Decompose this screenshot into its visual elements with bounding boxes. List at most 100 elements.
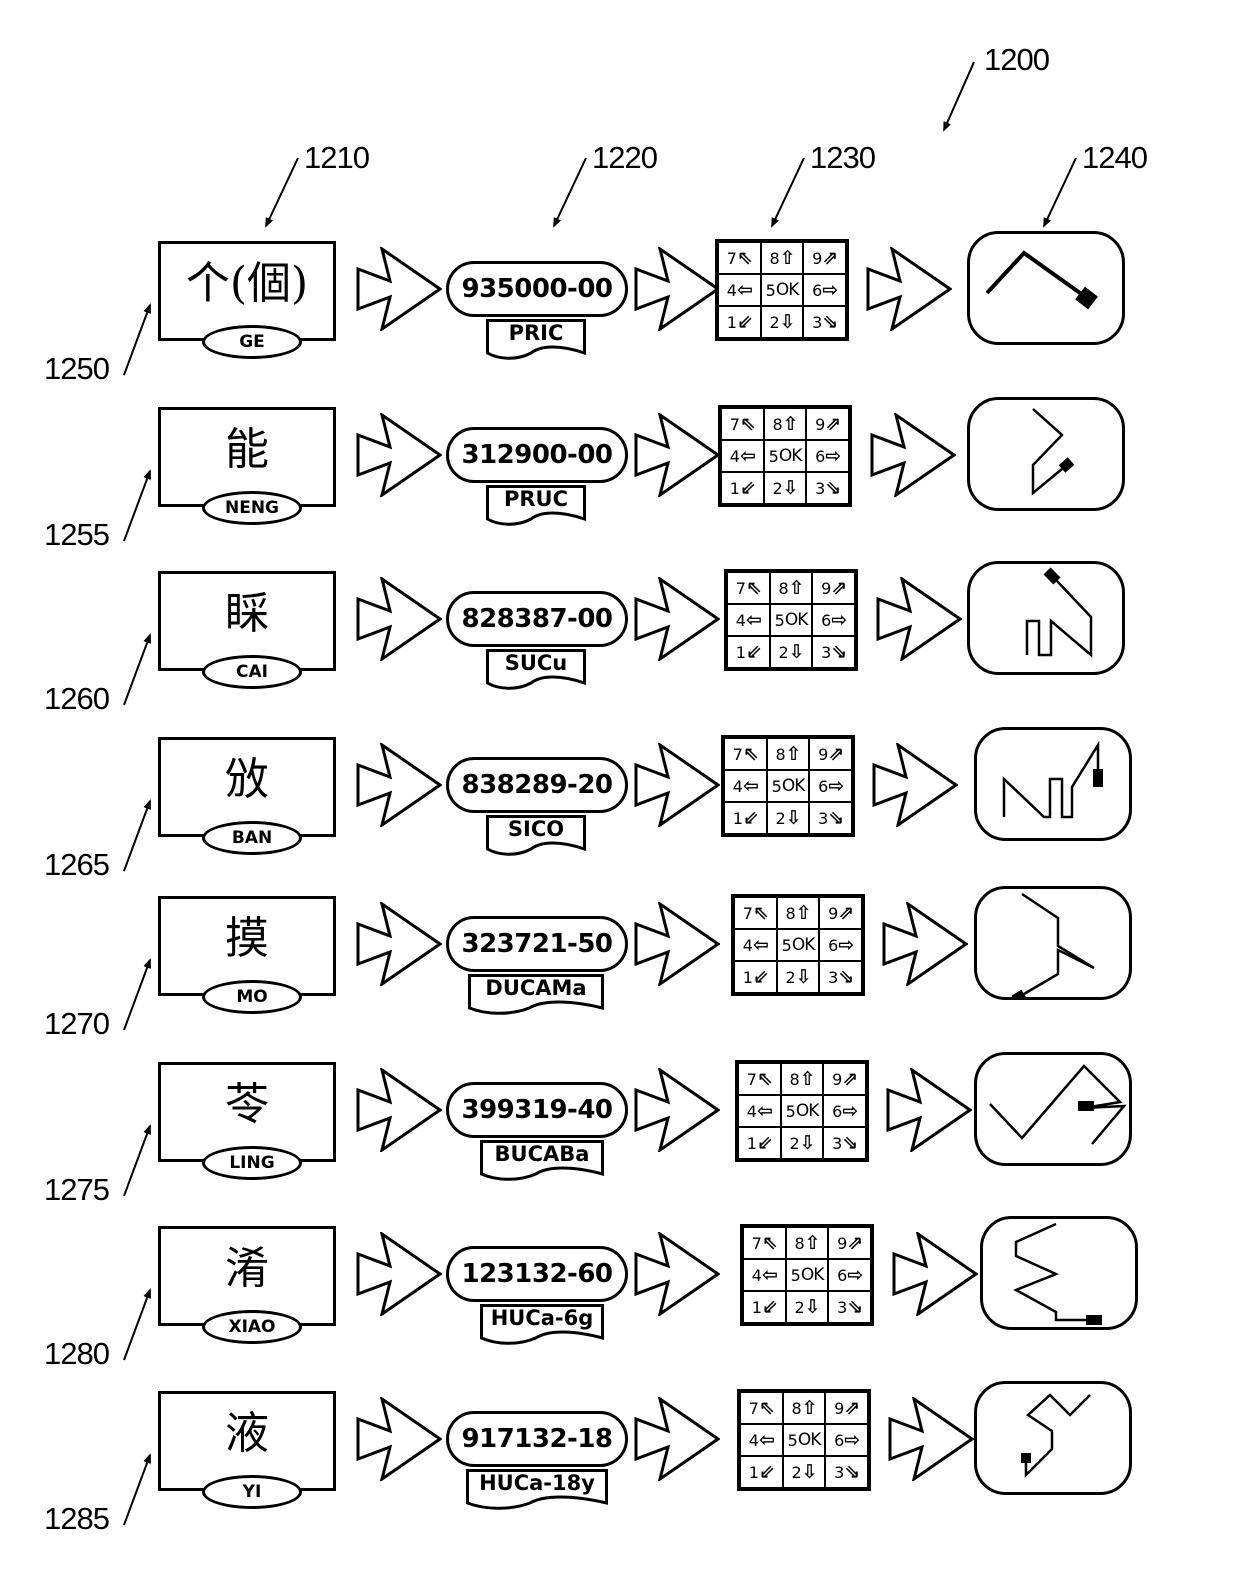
column-ref-codes: 1220 — [592, 140, 658, 175]
keypad-key-number: 7 — [742, 903, 753, 923]
keypad-key-number: 1 — [742, 967, 753, 987]
keypad-key-number: 3 — [828, 967, 838, 987]
keypad-key-number: 7 — [726, 248, 737, 268]
keypad-key: 2 ⇩ — [766, 802, 810, 834]
keypad-key: 1 ⇙ — [734, 961, 777, 993]
gesture-stroke-panel — [980, 1216, 1138, 1330]
keypad-key: 3 ⇘ — [819, 961, 862, 993]
column-ref-characters: 1210 — [304, 140, 370, 175]
direction-arrow-icon: ⇗ — [847, 1232, 863, 1254]
numeric-code: 917132-18 — [446, 1411, 628, 1467]
gesture-end-pad — [1043, 567, 1061, 585]
gesture-stroke-panel — [974, 727, 1132, 841]
direction-keypad: 7 ⇖ 8 ⇧ 9 ⇗ 4 ⇦ 5 OK 6 ⇨ 1 ⇙ 2 ⇩ 3 ⇘ — [718, 405, 852, 507]
conversion-arrow-icon — [356, 1066, 443, 1154]
code-tag-label: HUCa-6g — [490, 1306, 594, 1330]
keypad-key: 3 ⇘ — [828, 1291, 871, 1323]
mapping-row: 1275 苓 LING 399319-40 BUCABa 7 ⇖ 8 ⇧ 9 ⇗ 4 ⇦ 5 OK 6 ⇨ 1 ⇙ 2… — [0, 1052, 1240, 1207]
keypad-key-number: 3 — [815, 478, 825, 498]
keypad-key: 7 ⇖ — [727, 572, 770, 604]
direction-arrow-icon: ⇨ — [822, 279, 838, 301]
keypad-key-number: 4 — [732, 776, 743, 796]
keypad-key-number: 7 — [748, 1398, 759, 1418]
chinese-character: 苓 — [225, 1079, 269, 1130]
keypad-key-number: 3 — [832, 1133, 842, 1153]
keypad-key: 6 ⇨ — [825, 1424, 868, 1456]
numeric-code: 399319-40 — [446, 1082, 628, 1138]
gesture-frame — [974, 727, 1132, 841]
row-ref: 1270 — [44, 1006, 110, 1041]
direction-arrow-icon: ⇦ — [742, 775, 759, 797]
keypad-key: 2 ⇩ — [760, 306, 804, 338]
keypad-key-number: 9 — [812, 248, 822, 268]
direction-arrow-icon: ⇘ — [822, 311, 838, 333]
gesture-stroke-panel — [967, 561, 1125, 675]
gesture-stroke-panel — [967, 231, 1125, 345]
direction-arrow-icon: ⇨ — [844, 1429, 860, 1451]
conversion-arrow-icon — [634, 1230, 721, 1318]
direction-keypad: 7 ⇖ 8 ⇧ 9 ⇗ 4 ⇦ 5 OK 6 ⇨ 1 ⇙ 2 ⇩ 3 ⇘ — [740, 1224, 874, 1326]
keypad-key-number: 2 — [775, 808, 785, 828]
mapping-row: 1260 睬 CAI 828387-00 SUCu 7 ⇖ 8 ⇧ 9 ⇗ 4 ⇦ 5 OK 6 ⇨ 1 ⇙ 2 ⇩ 3 ⇘ — [0, 561, 1240, 716]
keypad-key: 1 ⇙ — [727, 636, 770, 668]
conversion-arrow-icon — [356, 411, 443, 499]
direction-arrow-icon: ⇦ — [736, 279, 753, 301]
conversion-arrow-icon — [892, 1230, 979, 1318]
keypad-key-number: 5 — [774, 610, 785, 630]
keypad-key-number: 4 — [751, 1265, 762, 1285]
code-tag-label: HUCa-18y — [479, 1471, 595, 1495]
keypad-key-number: 1 — [729, 478, 740, 498]
keypad-key: 1 ⇙ — [724, 802, 767, 834]
gesture-stroke-panel — [967, 397, 1125, 511]
direction-arrow-icon: ⇖ — [761, 1232, 778, 1254]
direction-arrow-icon: ⇧ — [779, 247, 796, 269]
keypad-key: 9 ⇗ — [812, 572, 855, 604]
row-ref: 1255 — [44, 517, 110, 552]
keypad-key: 2 ⇩ — [769, 636, 813, 668]
keypad-key-number: 2 — [794, 1297, 804, 1317]
code-tag-label: PRIC — [508, 321, 564, 345]
direction-arrow-icon: ⇙ — [752, 966, 769, 988]
conversion-arrow-icon — [886, 1066, 973, 1154]
direction-arrow-icon: ⇖ — [745, 577, 762, 599]
row-ref: 1285 — [44, 1501, 110, 1536]
keypad-key: 6 ⇨ — [823, 1095, 866, 1127]
column-ref-keypads: 1230 — [810, 140, 876, 175]
keypad-key-number: 6 — [834, 1430, 844, 1450]
direction-arrow-icon: ⇘ — [838, 966, 854, 988]
keypad-key: 9 ⇗ — [806, 408, 849, 440]
keypad-key-number: 6 — [821, 610, 831, 630]
direction-arrow-icon: ⇧ — [782, 413, 799, 435]
keypad-key-number: 1 — [726, 312, 737, 332]
gesture-frame — [974, 886, 1132, 1000]
code-tag: SUCu — [486, 649, 586, 691]
direction-arrow-icon: ⇖ — [758, 1397, 775, 1419]
column-ref-gestures: 1240 — [1082, 140, 1148, 175]
conversion-arrow-icon — [356, 575, 443, 663]
chinese-character: 液 — [225, 1408, 269, 1459]
direction-arrow-icon: ⇗ — [822, 247, 838, 269]
chinese-character: 淆 — [225, 1243, 269, 1294]
direction-arrow-icon: ⇩ — [788, 641, 805, 663]
direction-arrow-icon: ⇙ — [745, 641, 762, 663]
direction-arrow-icon: ⇗ — [838, 902, 854, 924]
direction-arrow-icon: ⇩ — [785, 807, 802, 829]
keypad-key-number: 3 — [812, 312, 822, 332]
direction-arrow-icon: ⇗ — [842, 1068, 858, 1090]
conversion-arrow-icon — [634, 741, 721, 829]
pinyin-label: YI — [202, 1475, 302, 1509]
keypad-key-number: 7 — [729, 414, 740, 434]
direction-arrow-icon: ⇦ — [739, 445, 756, 467]
direction-arrow-icon: ⇘ — [825, 477, 841, 499]
ok-label: OK — [800, 1265, 825, 1285]
keypad-key: 9 ⇗ — [828, 1227, 871, 1259]
ok-label: OK — [795, 1101, 820, 1121]
gesture-stroke-panel — [974, 886, 1132, 1005]
figure-leader-arrow — [943, 61, 975, 132]
keypad-key: 9 ⇗ — [823, 1063, 866, 1095]
keypad-key: 4 ⇦ — [721, 440, 764, 472]
keypad-key-number: 9 — [815, 414, 825, 434]
direction-arrow-icon: ⇩ — [782, 477, 799, 499]
conversion-arrow-icon — [634, 1066, 721, 1154]
code-tag-label: PRUC — [503, 487, 569, 511]
